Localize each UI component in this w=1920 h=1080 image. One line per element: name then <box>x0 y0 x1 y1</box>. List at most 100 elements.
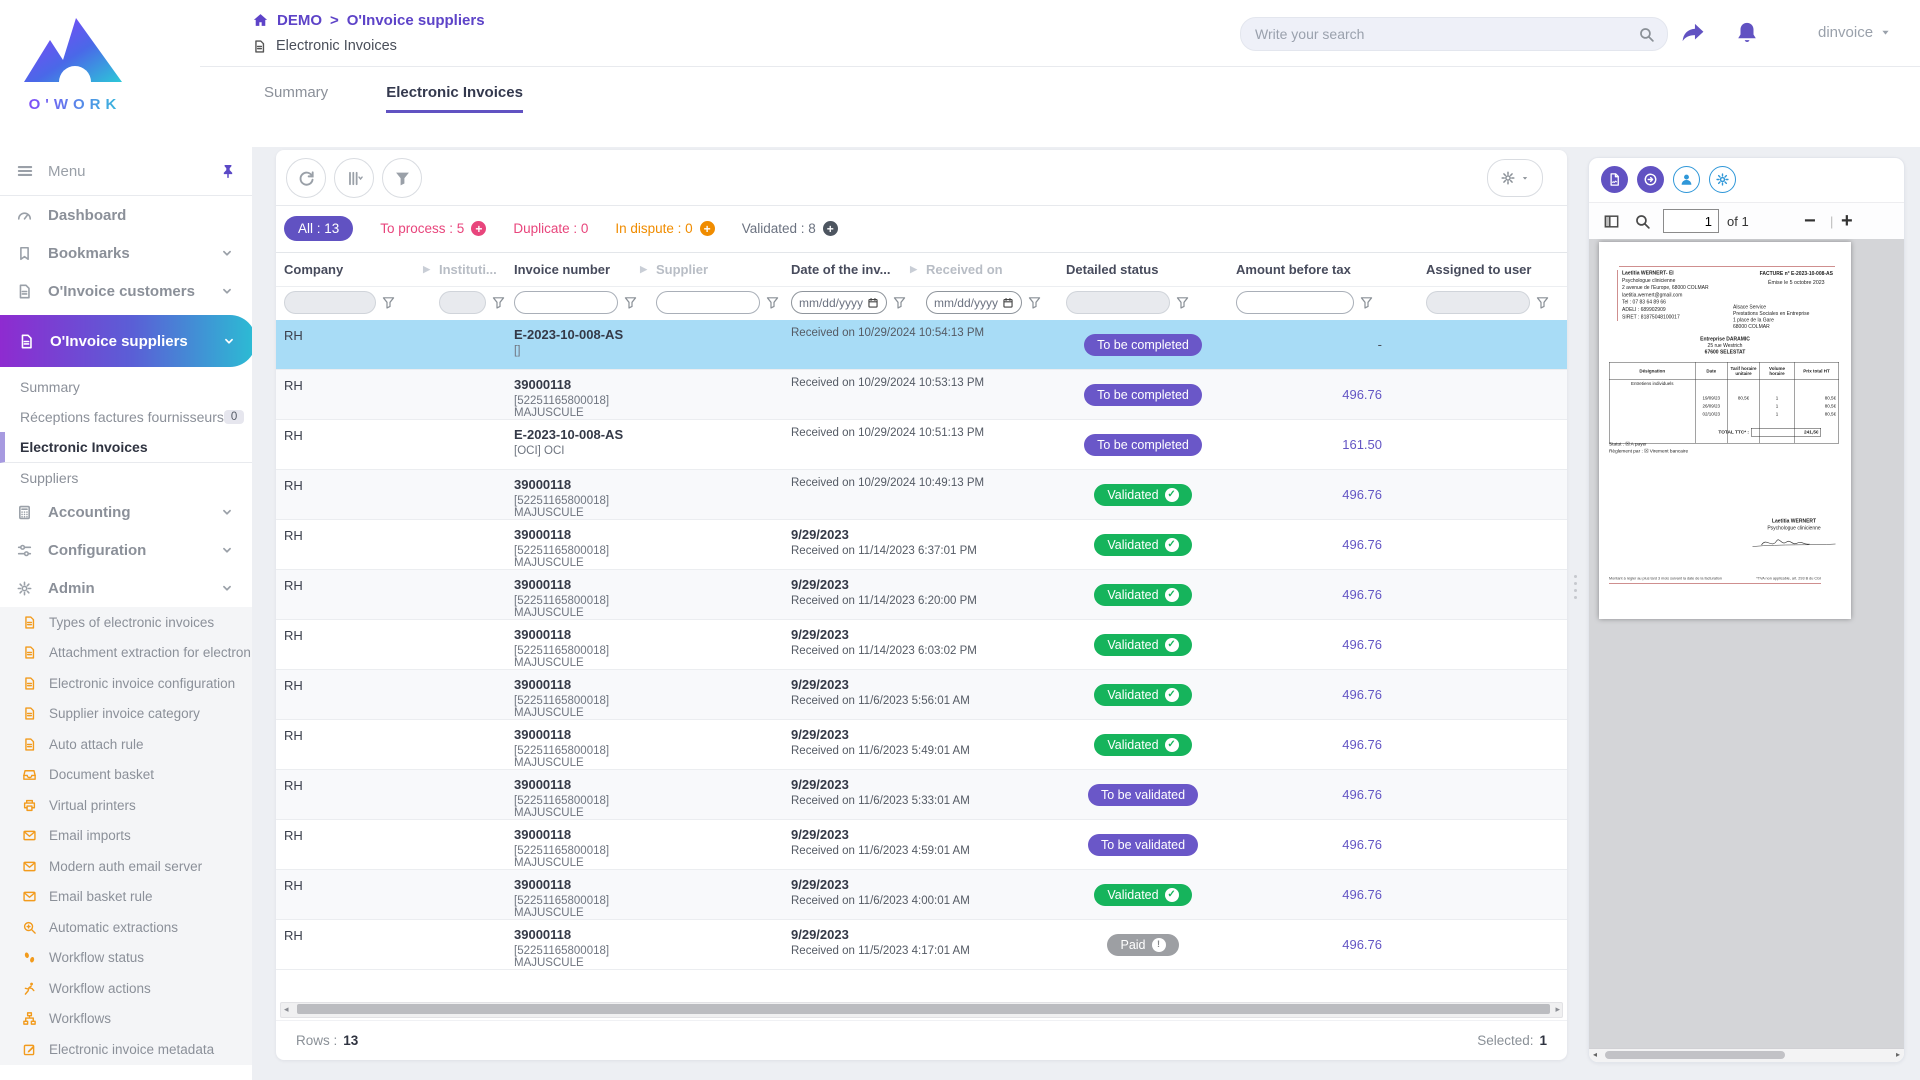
filter-input-amount-before-tax[interactable] <box>1236 291 1354 314</box>
sidebar-item-r-ceptions-factures-fournisseurs[interactable]: Réceptions factures fournisseurs0 <box>0 402 252 432</box>
calendar-icon[interactable] <box>867 297 879 309</box>
notifications-bell-icon[interactable] <box>1734 20 1760 46</box>
chip-validated[interactable]: Validated : 8+ <box>742 221 838 236</box>
column-header-supplier[interactable]: Supplier <box>648 253 783 286</box>
pdf-horizontal-scrollbar[interactable]: ◂ ▸ <box>1589 1048 1904 1062</box>
sidebar-item-electronic-invoice-metadata[interactable]: Electronic invoice metadata <box>0 1034 252 1065</box>
table-row[interactable]: RH39000118[52251165800018] MAJUSCULERece… <box>276 370 1567 420</box>
table-row[interactable]: RH39000118[52251165800018] MAJUSCULE9/29… <box>276 770 1567 820</box>
owork-logo[interactable] <box>18 10 128 88</box>
scroll-right-arrow[interactable]: ▸ <box>1555 1003 1560 1016</box>
sidebar-item-suppliers[interactable]: Suppliers <box>0 463 252 493</box>
sort-arrow-icon[interactable]: ▶ <box>910 264 917 275</box>
filter-date-invoice-date[interactable]: mm/dd/yyyy <box>791 291 887 314</box>
table-row[interactable]: RH39000118[52251165800018] MAJUSCULE9/29… <box>276 620 1567 670</box>
amount-link[interactable]: 496.76 <box>1342 837 1382 852</box>
funnel-icon[interactable] <box>1175 295 1190 310</box>
status-badge[interactable]: Validated✓ <box>1094 884 1191 906</box>
status-badge[interactable]: Validated✓ <box>1094 584 1191 606</box>
plus-circle-icon[interactable]: + <box>823 221 838 236</box>
status-badge[interactable]: Validated✓ <box>1094 484 1191 506</box>
amount-link[interactable]: 496.76 <box>1342 687 1382 702</box>
sidebar-item-auto-attach-rule[interactable]: Auto attach rule <box>0 729 252 760</box>
search-icon[interactable] <box>1638 26 1655 43</box>
funnel-icon[interactable] <box>892 295 907 310</box>
tab-summary[interactable]: Summary <box>264 84 328 113</box>
sidebar-item-supplier-invoice-category[interactable]: Supplier invoice category <box>0 699 252 730</box>
sidebar-item-email-imports[interactable]: Email imports <box>0 821 252 852</box>
plus-circle-icon[interactable]: + <box>700 221 715 236</box>
column-header-company[interactable]: Company▶ <box>276 253 431 286</box>
funnel-icon[interactable] <box>1535 295 1550 310</box>
status-badge[interactable]: Validated✓ <box>1094 684 1191 706</box>
amount-link[interactable]: 496.76 <box>1342 387 1382 402</box>
table-row[interactable]: RHE-2023-10-008-AS[OCI] OCIReceived on 1… <box>276 420 1567 470</box>
sidebar-item-attachment-extraction-for-electron[interactable]: Attachment extraction for electron <box>0 638 252 669</box>
amount-link[interactable]: 496.76 <box>1342 737 1382 752</box>
status-badge[interactable]: Validated✓ <box>1094 634 1191 656</box>
amount-link[interactable]: 496.76 <box>1342 937 1382 952</box>
sidebar-item-summary[interactable]: Summary <box>0 372 252 402</box>
share-icon[interactable] <box>1680 20 1706 46</box>
table-row[interactable]: RH39000118[52251165800018] MAJUSCULE9/29… <box>276 570 1567 620</box>
amount-link[interactable]: 496.76 <box>1342 487 1382 502</box>
tab-electronic-invoices[interactable]: Electronic Invoices <box>386 84 523 113</box>
breadcrumb-section[interactable]: O'Invoice suppliers <box>347 12 485 29</box>
column-header-received-on[interactable]: Received on <box>918 253 1058 286</box>
status-badge[interactable]: To be completed <box>1084 434 1202 456</box>
sidebar-item-electronic-invoices[interactable]: Electronic Invoices <box>0 432 252 463</box>
table-horizontal-scrollbar[interactable]: ◂ ▸ <box>280 1002 1563 1018</box>
filter-input-institution[interactable] <box>439 291 486 314</box>
amount-link[interactable]: 496.76 <box>1342 787 1382 802</box>
plus-circle-icon[interactable]: + <box>471 221 486 236</box>
open-invoice-button[interactable] <box>1637 166 1664 193</box>
table-row[interactable]: RHE-2023-10-008-AS[]Received on 10/29/20… <box>276 320 1567 370</box>
page-number-input[interactable] <box>1663 209 1719 233</box>
status-badge[interactable]: To be validated <box>1088 834 1198 856</box>
funnel-icon[interactable] <box>1359 295 1374 310</box>
status-badge[interactable]: To be completed <box>1084 334 1202 356</box>
zoom-in-button[interactable]: + <box>1841 210 1853 233</box>
sidebar-item-workflows[interactable]: Workflows <box>0 1004 252 1035</box>
status-badge[interactable]: Paid! <box>1107 934 1178 956</box>
table-row[interactable]: RH39000118[52251165800018] MAJUSCULE9/29… <box>276 920 1567 970</box>
pdf-scroll-left-arrow[interactable]: ◂ <box>1593 1049 1597 1061</box>
sidebar-item-automatic-extractions[interactable]: Automatic extractions <box>0 912 252 943</box>
pdf-scroll-right-arrow[interactable]: ▸ <box>1896 1049 1900 1061</box>
assign-user-button[interactable] <box>1673 166 1700 193</box>
chip-all[interactable]: All : 13 <box>284 216 353 241</box>
scroll-left-arrow[interactable]: ◂ <box>284 1003 289 1016</box>
pin-icon[interactable] <box>220 163 236 179</box>
table-row[interactable]: RH39000118[52251165800018] MAJUSCULE9/29… <box>276 870 1567 920</box>
sidebar-item-types-of-electronic-invoices[interactable]: Types of electronic invoices <box>0 607 252 638</box>
hamburger-menu-icon[interactable] <box>16 162 34 180</box>
column-header-assigned-to-user[interactable]: Assigned to user <box>1418 253 1567 286</box>
filter-input-supplier[interactable] <box>656 291 760 314</box>
funnel-icon[interactable] <box>1027 295 1042 310</box>
sidebar-item-workflow-status[interactable]: Workflow status <box>0 943 252 974</box>
sidebar-toggle-icon[interactable] <box>1603 213 1620 230</box>
table-row[interactable]: RH39000118[52251165800018] MAJUSCULE9/29… <box>276 720 1567 770</box>
status-badge[interactable]: Validated✓ <box>1094 734 1191 756</box>
sidebar-item-configuration[interactable]: Configuration <box>0 531 252 569</box>
pdf-viewer-area[interactable]: Laetitia WERNERT- EI Psychologue clinici… <box>1589 239 1904 1049</box>
funnel-icon[interactable] <box>491 295 506 310</box>
column-header-amount-before-tax[interactable]: Amount before tax <box>1228 253 1418 286</box>
table-settings-button[interactable] <box>1487 159 1543 197</box>
sidebar-item-accounting[interactable]: Accounting <box>0 493 252 531</box>
breadcrumb-home[interactable]: DEMO <box>277 12 322 29</box>
filter-button[interactable] <box>382 158 422 198</box>
column-header-invoice-number[interactable]: Invoice number▶ <box>506 253 648 286</box>
pdf-scrollbar-thumb[interactable] <box>1605 1051 1785 1059</box>
calendar-icon[interactable] <box>1002 297 1014 309</box>
sort-arrow-icon[interactable]: ▶ <box>423 264 430 275</box>
sidebar-item-o-invoice-suppliers[interactable]: O'Invoice suppliers <box>0 315 252 367</box>
sort-arrow-icon[interactable]: ▶ <box>640 264 647 275</box>
table-row[interactable]: RH39000118[52251165800018] MAJUSCULE9/29… <box>276 670 1567 720</box>
pdf-search-icon[interactable] <box>1634 213 1651 230</box>
sidebar-item-admin[interactable]: Admin <box>0 569 252 607</box>
sidebar-item-electronic-invoice-configuration[interactable]: Electronic invoice configuration <box>0 668 252 699</box>
amount-link[interactable]: 496.76 <box>1342 587 1382 602</box>
columns-button[interactable] <box>334 158 374 198</box>
amount-link[interactable]: - <box>1378 337 1382 352</box>
